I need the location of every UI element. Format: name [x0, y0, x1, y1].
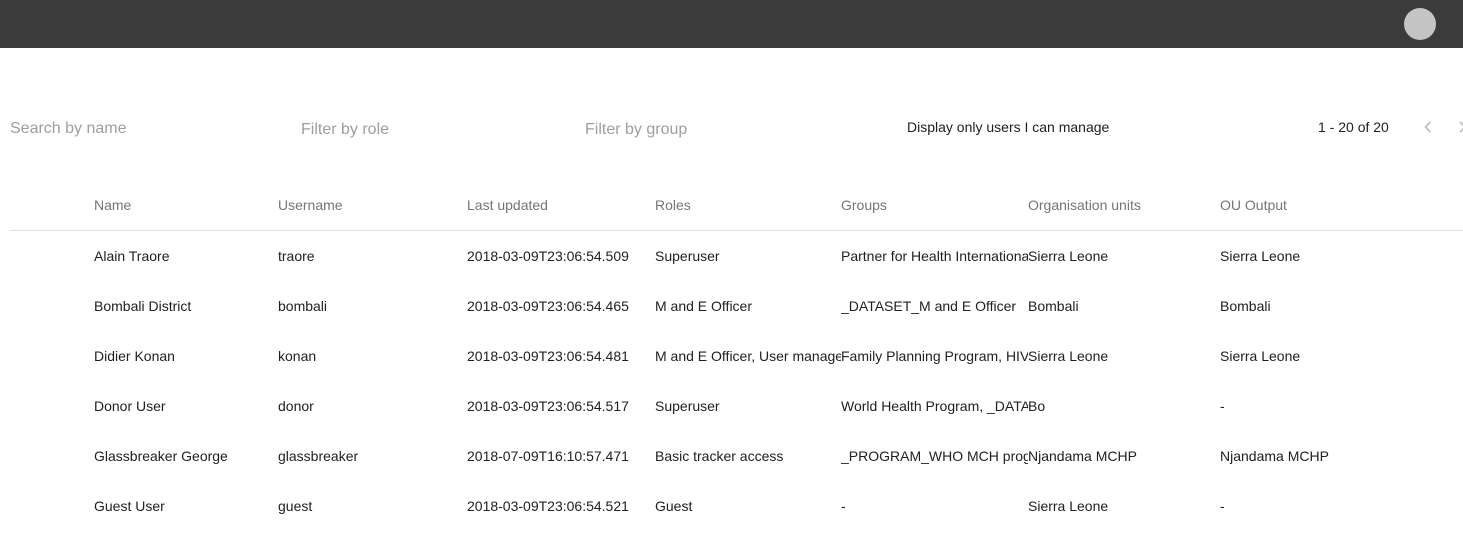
- table-row[interactable]: Guest User guest 2018-03-09T23:06:54.521 Gu…: [10, 481, 1463, 531]
- column-header-roles[interactable]: Roles: [655, 197, 841, 213]
- pagination-range: 1 - 20 of 20: [1318, 119, 1389, 135]
- column-header-name[interactable]: Name: [94, 197, 274, 213]
- cell-groups: Partner for Health International: [841, 248, 1028, 264]
- cell-roles: Superuser: [655, 248, 720, 264]
- cell-organisation-units: Sierra Leone: [1028, 248, 1109, 264]
- column-header-groups[interactable]: Groups: [841, 197, 1028, 213]
- cell-organisation-units: Njandama MCHP: [1028, 448, 1137, 464]
- filter-bar: Display only users I can manage 1 - 20 o…: [0, 110, 1463, 150]
- cell-username: glassbreaker: [278, 448, 359, 464]
- cell-last-updated: 2018-03-09T23:06:54.465: [467, 298, 629, 314]
- cell-organisation-units: Sierra Leone: [1028, 498, 1109, 514]
- display-manageable-users-toggle[interactable]: Display only users I can manage: [907, 119, 1109, 135]
- cell-groups: _PROGRAM_WHO MCH program: [841, 448, 1028, 464]
- cell-name: Glassbreaker George: [94, 448, 228, 464]
- column-header-organisation-units[interactable]: Organisation units: [1028, 197, 1213, 213]
- table-row[interactable]: Alain Traore traore 2018-03-09T23:06:54.50…: [10, 231, 1463, 281]
- table-row[interactable]: Bombali District bombali 2018-03-09T23:06:…: [10, 281, 1463, 331]
- table-body: Alain Traore traore 2018-03-09T23:06:54.50…: [10, 231, 1463, 531]
- cell-last-updated: 2018-07-09T16:10:57.471: [467, 448, 629, 464]
- cell-name: Didier Konan: [94, 348, 175, 364]
- cell-username: konan: [278, 348, 317, 364]
- table-row[interactable]: Glassbreaker George glassbreaker 2018-07-0…: [10, 431, 1463, 481]
- cell-roles: M and E Officer: [655, 298, 753, 314]
- cell-username: bombali: [278, 298, 328, 314]
- cell-organisation-units: Bombali: [1028, 298, 1079, 314]
- chevron-left-icon[interactable]: [1417, 116, 1439, 138]
- cell-name: Donor User: [94, 398, 166, 414]
- column-header-ou-output[interactable]: OU Output: [1220, 197, 1420, 213]
- cell-roles: Superuser: [655, 398, 720, 414]
- search-by-name-input[interactable]: [10, 118, 270, 140]
- cell-roles: Guest: [655, 498, 693, 514]
- cell-groups: -: [841, 498, 846, 514]
- cell-organisation-units: Sierra Leone: [1028, 348, 1109, 364]
- column-header-username[interactable]: Username: [278, 197, 463, 213]
- cell-last-updated: 2018-03-09T23:06:54.517: [467, 398, 629, 414]
- user-avatar-icon[interactable]: [1404, 8, 1436, 40]
- cell-organisation-units: Bo: [1028, 398, 1046, 414]
- cell-ou-output: Sierra Leone: [1220, 348, 1301, 364]
- cell-ou-output: -: [1220, 498, 1225, 514]
- cell-groups: Family Planning Program, HIV: [841, 348, 1028, 364]
- filter-by-role-input[interactable]: [301, 119, 551, 141]
- cell-name: Alain Traore: [94, 248, 170, 264]
- cell-last-updated: 2018-03-09T23:06:54.481: [467, 348, 629, 364]
- chevron-right-icon[interactable]: [1454, 116, 1463, 138]
- cell-last-updated: 2018-03-09T23:06:54.509: [467, 248, 629, 264]
- table-header-row: Name Username Last updated Roles Groups …: [10, 180, 1463, 231]
- cell-username: guest: [278, 498, 313, 514]
- top-app-bar: [0, 0, 1463, 48]
- filter-by-group-input[interactable]: [585, 119, 865, 141]
- cell-ou-output: Sierra Leone: [1220, 248, 1301, 264]
- cell-ou-output: -: [1220, 398, 1225, 414]
- column-header-last-updated[interactable]: Last updated: [467, 197, 650, 213]
- cell-groups: World Health Program, _DATASET: [841, 398, 1028, 414]
- table-row[interactable]: Donor User donor 2018-03-09T23:06:54.517 Su…: [10, 381, 1463, 431]
- cell-username: traore: [278, 248, 315, 264]
- cell-ou-output: Bombali: [1220, 298, 1271, 314]
- users-table: Name Username Last updated Roles Groups …: [10, 180, 1463, 531]
- cell-username: donor: [278, 398, 314, 414]
- cell-name: Guest User: [94, 498, 165, 514]
- cell-roles: M and E Officer, User manager: [655, 348, 841, 364]
- cell-name: Bombali District: [94, 298, 192, 314]
- cell-ou-output: Njandama MCHP: [1220, 448, 1329, 464]
- table-row[interactable]: Didier Konan konan 2018-03-09T23:06:54.481…: [10, 331, 1463, 381]
- cell-groups: _DATASET_M and E Officer: [841, 298, 1017, 314]
- cell-roles: Basic tracker access: [655, 448, 784, 464]
- cell-last-updated: 2018-03-09T23:06:54.521: [467, 498, 629, 514]
